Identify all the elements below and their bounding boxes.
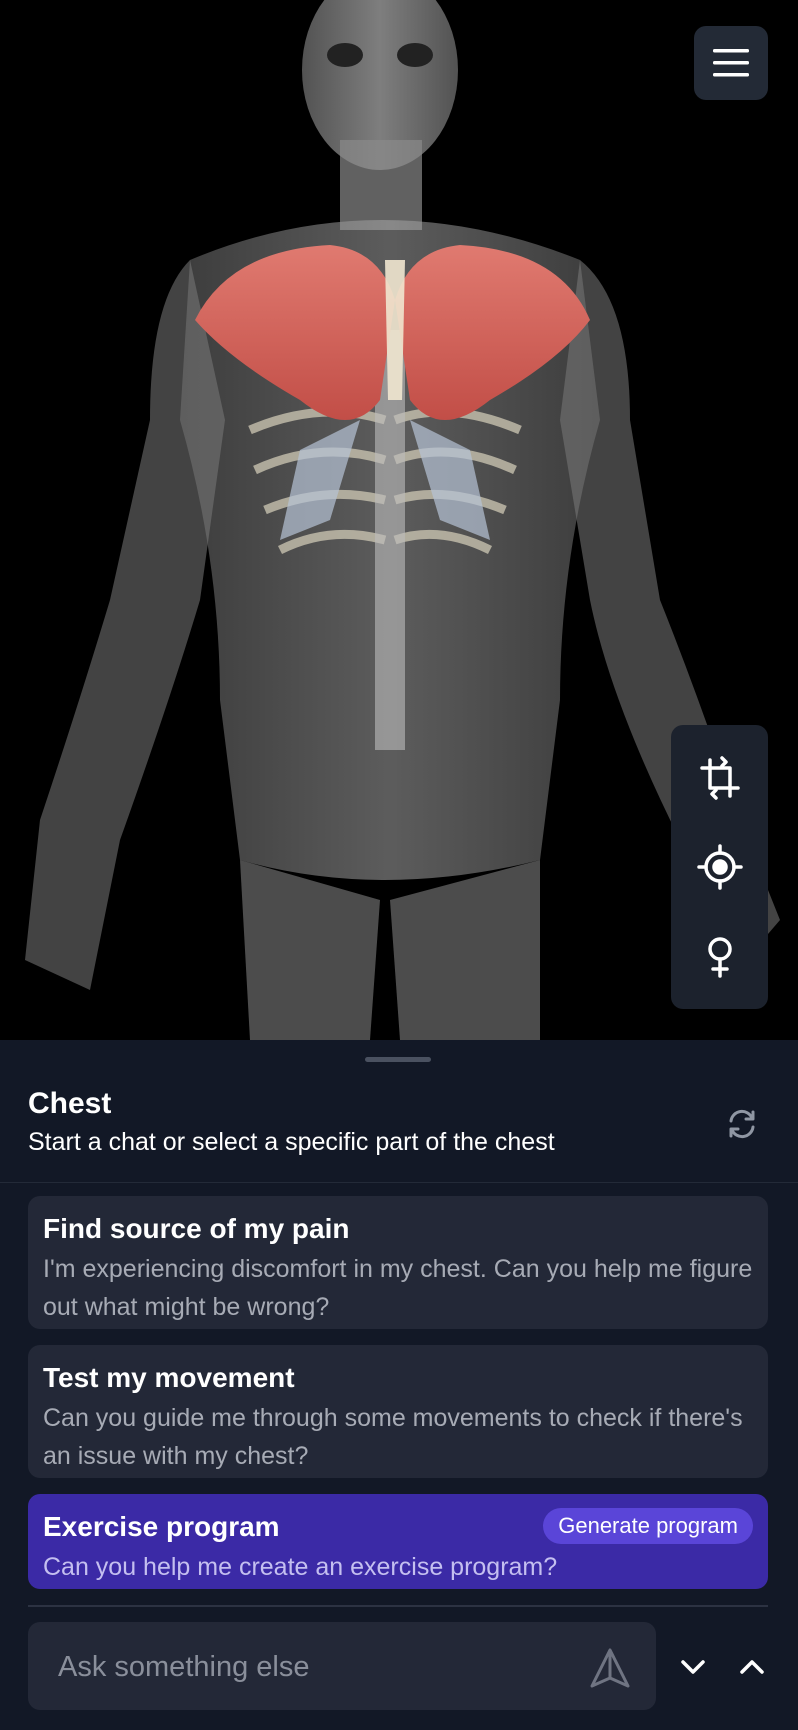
collapse-button[interactable] bbox=[671, 1645, 715, 1689]
chevron-up-icon bbox=[740, 1660, 764, 1674]
send-icon[interactable] bbox=[588, 1646, 632, 1690]
ask-input[interactable] bbox=[56, 1622, 580, 1712]
composer-divider bbox=[28, 1605, 768, 1607]
suggestion-title: Test my movement bbox=[43, 1362, 295, 1393]
panel-title: Chest bbox=[28, 1087, 112, 1120]
focus-button[interactable] bbox=[671, 827, 768, 907]
rotate-view-button[interactable] bbox=[671, 738, 768, 818]
suggestion-title: Find source of my pain bbox=[43, 1213, 350, 1244]
suggestion-text: I'm experiencing discomfort in my chest.… bbox=[43, 1255, 753, 1321]
viewer-toolbar bbox=[671, 725, 768, 1009]
expand-button[interactable] bbox=[730, 1645, 774, 1689]
suggestion-text: Can you help me create an exercise progr… bbox=[43, 1553, 558, 1581]
panel-header: Chest Start a chat or select a specific … bbox=[0, 1040, 798, 1183]
drag-handle[interactable] bbox=[365, 1057, 431, 1062]
anatomy-viewer[interactable] bbox=[0, 0, 798, 1040]
menu-button[interactable] bbox=[694, 26, 768, 100]
hamburger-menu-icon bbox=[713, 49, 749, 77]
suggestion-card-pain[interactable]: Find source of my pain I'm experiencing … bbox=[28, 1196, 768, 1329]
focus-target-icon bbox=[696, 844, 743, 890]
generate-program-badge[interactable]: Generate program bbox=[543, 1508, 753, 1544]
suggestion-card-movement[interactable]: Test my movement Can you guide me throug… bbox=[28, 1345, 768, 1478]
panel-subtitle: Start a chat or select a specific part o… bbox=[28, 1128, 555, 1156]
suggestion-card-exercise[interactable]: Exercise program Can you help me create … bbox=[28, 1494, 768, 1589]
gender-toggle-button[interactable] bbox=[671, 917, 768, 997]
ask-field[interactable] bbox=[28, 1622, 656, 1712]
rotate-crop-icon bbox=[699, 756, 740, 800]
refresh-button[interactable] bbox=[722, 1104, 762, 1144]
suggestion-text: Can you guide me through some movements … bbox=[43, 1404, 743, 1470]
refresh-icon bbox=[729, 1109, 755, 1139]
female-symbol-icon bbox=[707, 937, 732, 978]
chevron-down-icon bbox=[681, 1660, 705, 1674]
